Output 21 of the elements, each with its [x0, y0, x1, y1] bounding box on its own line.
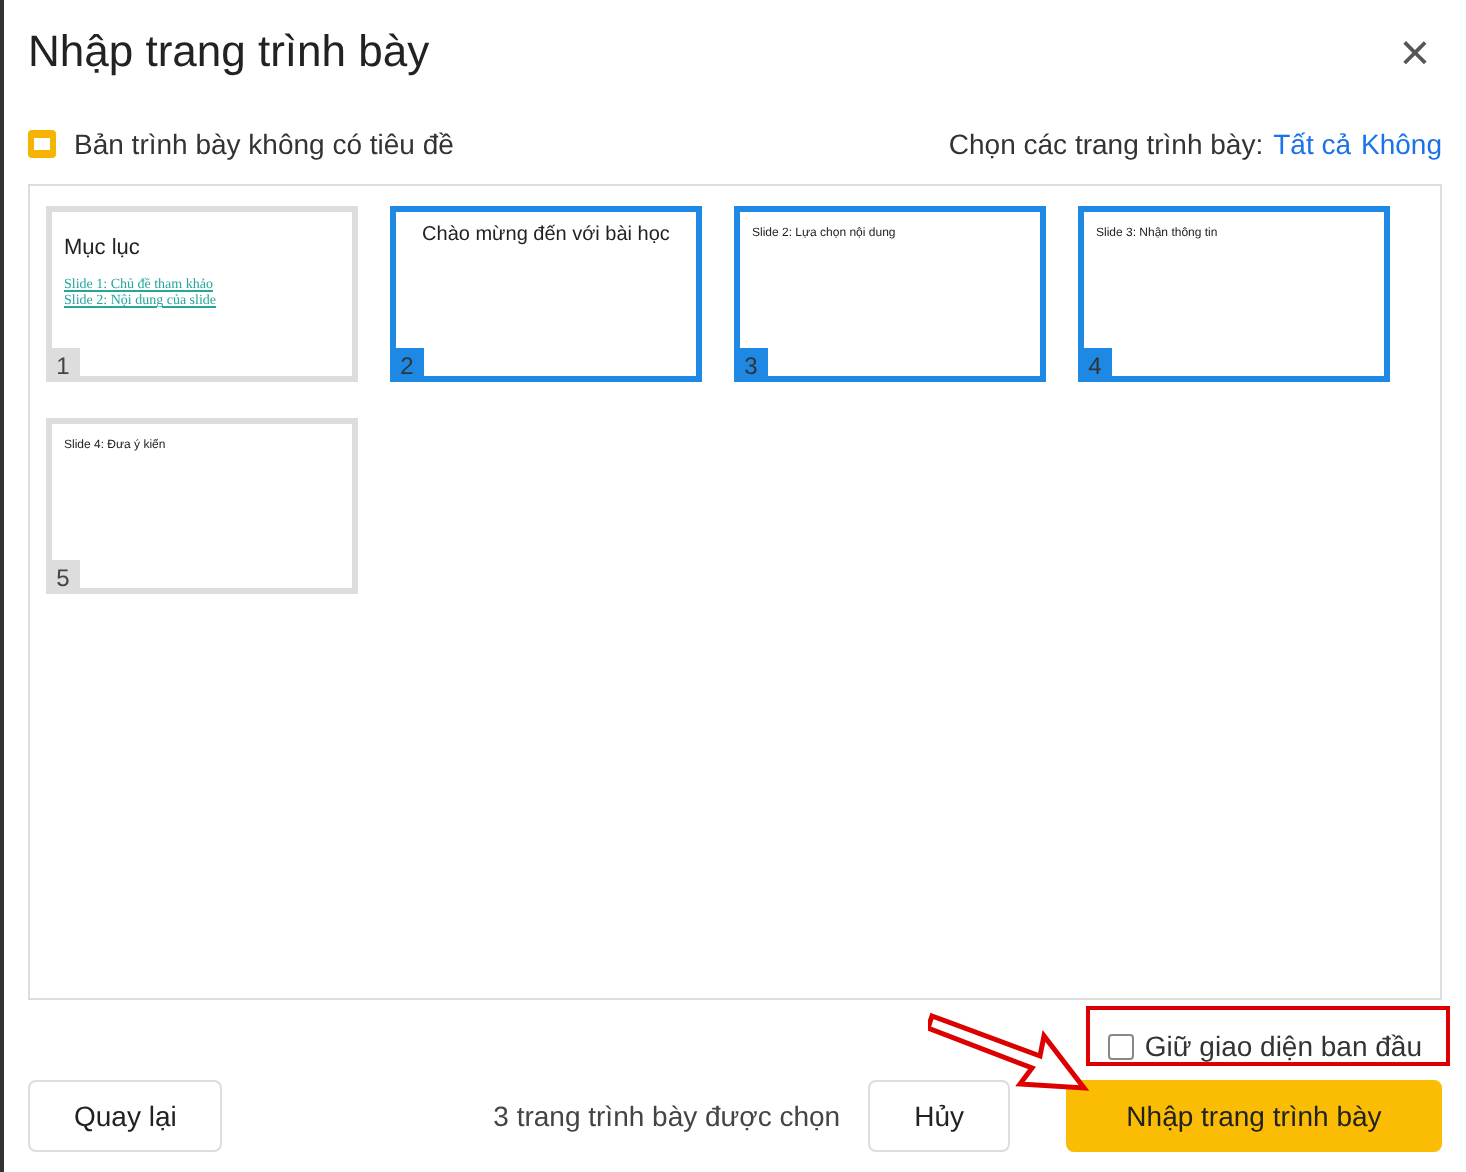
slide-number: 1: [46, 348, 80, 382]
select-all-link[interactable]: Tất cả: [1273, 128, 1352, 160]
slide-number: 4: [1078, 348, 1112, 382]
slide-heading: Mục lục: [64, 236, 142, 260]
presentation-name: Bản trình bày không có tiêu đề: [74, 128, 454, 160]
back-button[interactable]: Quay lại: [28, 1080, 223, 1152]
select-none-link[interactable]: Không: [1361, 128, 1442, 160]
slide-thumbnail[interactable]: Chào mừng đến với bài học 2: [390, 206, 702, 382]
import-button[interactable]: Nhập trang trình bày: [1066, 1080, 1442, 1152]
selection-count: 3 trang trình bày được chọn: [493, 1100, 841, 1132]
close-button[interactable]: ×: [1387, 21, 1442, 83]
slide-heading: Chào mừng đến với bài học: [420, 224, 672, 246]
slide-number: 5: [46, 560, 80, 594]
slide-number: 3: [734, 348, 768, 382]
checkbox-label: Giữ giao diện ban đầu: [1144, 1030, 1422, 1062]
slide-number: 2: [390, 348, 424, 382]
checkbox[interactable]: [1108, 1033, 1135, 1059]
select-label: Chọn các trang trình bày:: [948, 128, 1264, 160]
slides-icon: [28, 130, 56, 158]
cancel-button[interactable]: Hủy: [868, 1080, 1010, 1152]
dialog-title: Nhập trang trình bày: [28, 26, 432, 78]
